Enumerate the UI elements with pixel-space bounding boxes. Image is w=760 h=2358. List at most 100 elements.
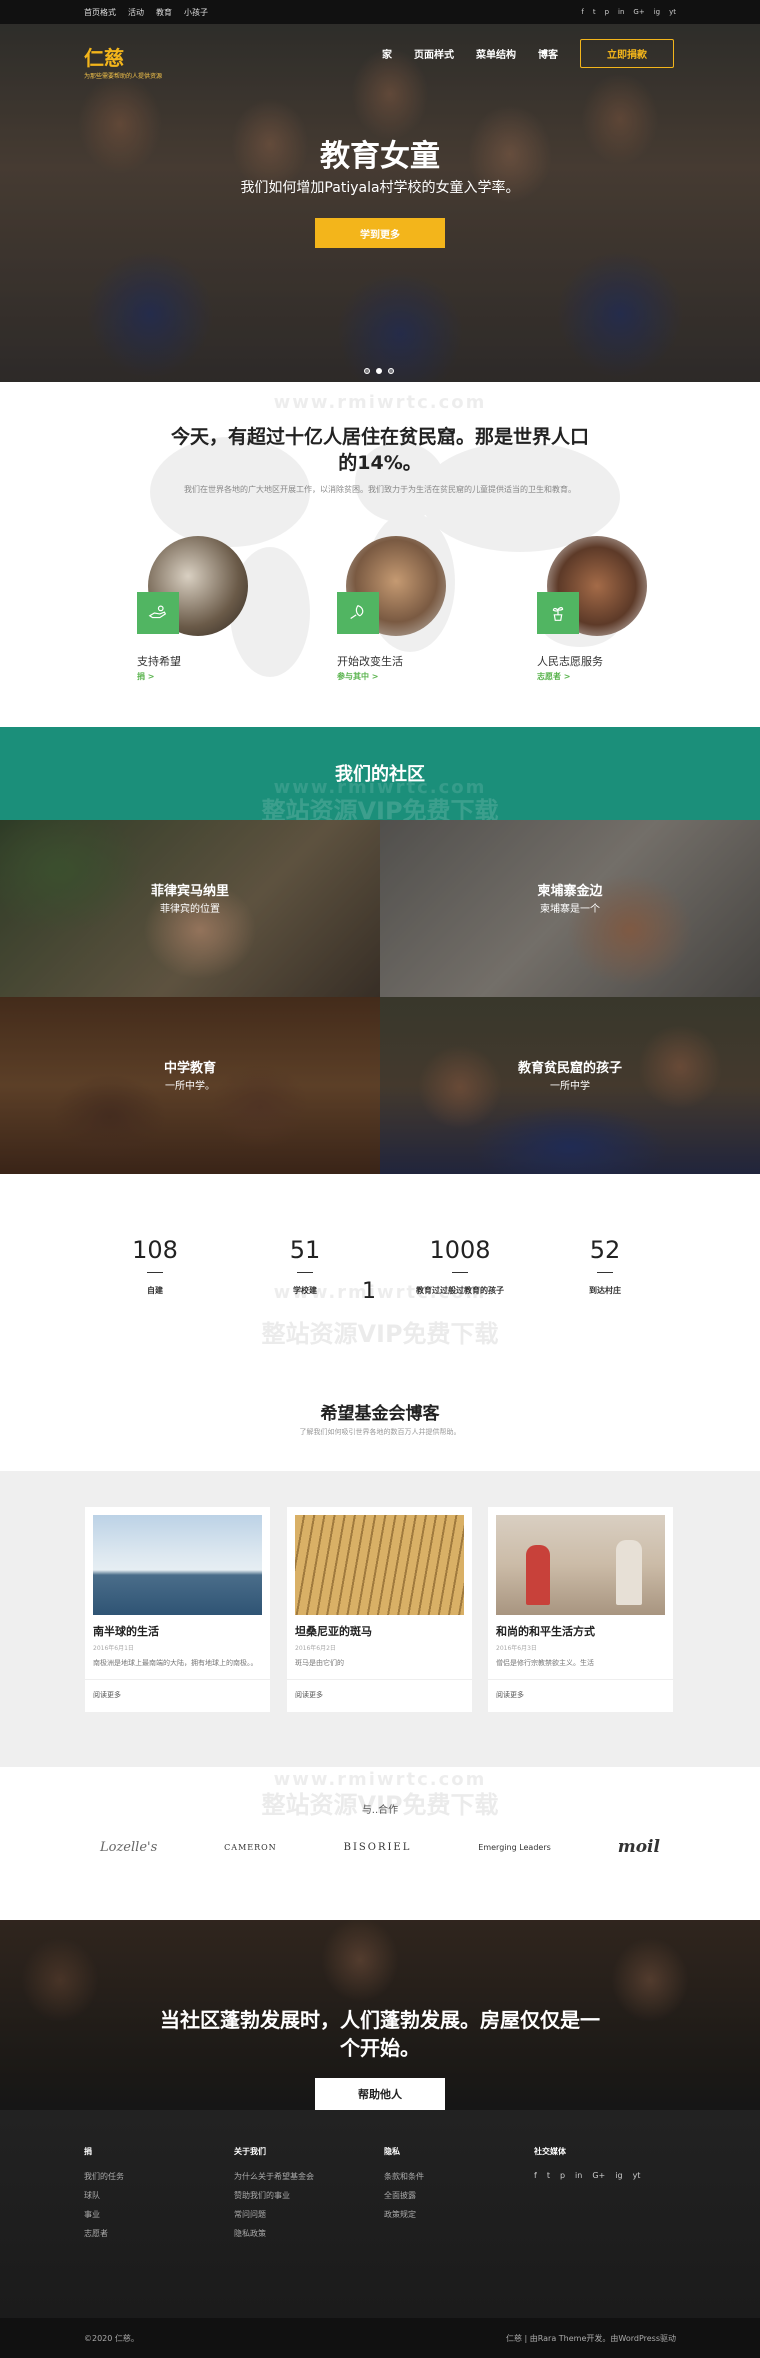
cta-section: 当社区蓬勃发展时，人们蓬勃发展。房屋仅仅是一个开始。 帮助他人	[0, 1920, 760, 2110]
google-plus-icon[interactable]: G+	[633, 8, 644, 16]
read-more-link[interactable]: 阅读更多	[85, 1679, 270, 1712]
partners-title: 与..合作	[361, 1805, 399, 1816]
slider-dots	[364, 368, 394, 374]
partner-logos: Lozelle's CAMERON BISORIEL Emerging Lead…	[100, 1837, 660, 1857]
footer-link[interactable]: 常问问题	[234, 2209, 314, 2220]
mission-description: 我们在世界各地的广大地区开展工作，以消除贫困。我们致力于为生活在贫民窟的儿童提供…	[184, 485, 576, 494]
blog-list: 南半球的生活 2016年6月1日 南极洲是地球上最南端的大陆，拥有地球上的南极。…	[0, 1471, 760, 1767]
blog-card-title[interactable]: 南半球的生活	[93, 1623, 262, 1639]
nav-blog[interactable]: 博客	[538, 46, 558, 61]
get-involved-link[interactable]: 参与其中 >	[337, 671, 379, 682]
stat-number: 108	[132, 1236, 178, 1264]
footer-link[interactable]: 隐私政策	[234, 2228, 314, 2239]
footer-link[interactable]: 赞助我们的事业	[234, 2190, 314, 2201]
footer-link[interactable]: 志愿者	[84, 2228, 124, 2239]
blog-card-title[interactable]: 坦桑尼亚的斑马	[295, 1623, 464, 1639]
footer-link[interactable]: 全面披露	[384, 2190, 424, 2201]
feature-title: 人民志愿服务	[537, 655, 603, 668]
community-tile[interactable]: 中学教育 一所中学。	[0, 997, 380, 1174]
feature-title: 支持希望	[137, 655, 181, 668]
partner-logo[interactable]: BISORIEL	[344, 1842, 412, 1853]
footer-column: 隐私 条款和条件 全面披露 政策规定	[384, 2146, 424, 2228]
footer-bottom-bar: ©2020 仁慈。 仁慈 | 由Rara Theme开发。由WordPress驱…	[0, 2318, 760, 2358]
community-tile[interactable]: 柬埔寨金边 柬埔寨是一个	[380, 820, 760, 997]
watermark: www.rmiwrtc.com	[273, 1282, 487, 1303]
top-bar: 首页格式 活动 教育 小孩子 f t p in G+ ig yt	[0, 0, 760, 24]
top-link[interactable]: 教育	[156, 7, 172, 18]
footer-link[interactable]: 事业	[84, 2209, 124, 2220]
slider-dot[interactable]	[364, 368, 370, 374]
footer-link[interactable]: 为什么关于希望基金会	[234, 2171, 314, 2182]
community-tile[interactable]: 菲律宾马纳里 菲律宾的位置	[0, 820, 380, 997]
cta-title: 当社区蓬勃发展时，人们蓬勃发展。房屋仅仅是一个开始。	[160, 2008, 600, 2060]
tile-title: 教育贫民窟的孩子	[517, 1061, 622, 1076]
stat-divider	[597, 1272, 613, 1273]
stat-divider	[452, 1272, 468, 1273]
partner-logo[interactable]: CAMERON	[224, 1843, 277, 1852]
read-more-link[interactable]: 阅读更多	[287, 1679, 472, 1712]
nav-page-styles[interactable]: 页面样式	[414, 46, 454, 61]
instagram-icon[interactable]: ig	[654, 8, 660, 16]
donate-link[interactable]: 捐 >	[137, 671, 155, 682]
blog-image-zebras[interactable]	[295, 1515, 464, 1615]
footer-link[interactable]: 政策规定	[384, 2209, 424, 2220]
top-link[interactable]: 小孩子	[184, 7, 208, 18]
hero-slider: 仁慈 为那些需要帮助的人提供资源 家 页面样式 菜单结构 博客 立即捐款 教育女…	[0, 24, 760, 382]
facebook-icon[interactable]: f	[534, 2171, 537, 2180]
blog-card-excerpt: 南极洲是地球上最南端的大陆，拥有地球上的南极。。	[93, 1659, 258, 1667]
nav-menu-structure[interactable]: 菜单结构	[476, 46, 516, 61]
youtube-icon[interactable]: yt	[633, 2171, 641, 2180]
read-more-link[interactable]: 阅读更多	[488, 1679, 673, 1712]
slider-dot[interactable]	[376, 368, 382, 374]
site-brand[interactable]: 仁慈 为那些需要帮助的人提供资源	[84, 42, 162, 80]
partner-logo[interactable]: Emerging Leaders	[478, 1843, 551, 1852]
nav-home[interactable]: 家	[382, 46, 392, 61]
instagram-icon[interactable]: ig	[615, 2171, 622, 2180]
slider-dot[interactable]	[388, 368, 394, 374]
top-link[interactable]: 首页格式	[84, 7, 116, 18]
watermark: www.rmiwrtc.com	[273, 392, 487, 413]
blog-card-date: 2016年6月3日	[496, 1645, 537, 1652]
leaf-hand-icon	[337, 592, 379, 634]
stat-number: 1008	[429, 1236, 491, 1264]
tile-title: 中学教育	[163, 1061, 216, 1076]
help-others-button[interactable]: 帮助他人	[315, 2078, 445, 2110]
stat-divider	[297, 1272, 313, 1273]
top-link[interactable]: 活动	[128, 7, 144, 18]
blog-header: 希望基金会博客 了解我们如何吸引世界各地的数百万人并提供帮助。	[0, 1366, 760, 1471]
site-logo[interactable]: 仁慈	[84, 42, 162, 71]
twitter-icon[interactable]: t	[547, 2171, 550, 2180]
blog-card[interactable]: 坦桑尼亚的斑马 2016年6月2日 斑马是由它们的 阅读更多	[287, 1507, 472, 1712]
footer-link[interactable]: 条款和条件	[384, 2171, 424, 2182]
tile-title: 菲律宾马纳里	[150, 884, 229, 899]
blog-card[interactable]: 南半球的生活 2016年6月1日 南极洲是地球上最南端的大陆，拥有地球上的南极。…	[85, 1507, 270, 1712]
tile-subtitle: 一所中学。	[165, 1081, 215, 1092]
footer-link[interactable]: 球队	[84, 2190, 124, 2201]
youtube-icon[interactable]: yt	[669, 8, 676, 16]
facebook-icon[interactable]: f	[581, 8, 583, 16]
linkedin-icon[interactable]: in	[575, 2171, 582, 2180]
blog-card-title[interactable]: 和尚的和平生活方式	[496, 1623, 665, 1639]
partner-logo[interactable]: moil	[618, 1837, 660, 1857]
copyright: ©2020 仁慈。	[84, 2333, 139, 2343]
learn-more-button[interactable]: 学到更多	[315, 218, 445, 248]
twitter-icon[interactable]: t	[593, 8, 596, 16]
community-tile[interactable]: 教育贫民窟的孩子 一所中学	[380, 997, 760, 1174]
blog-image-monks[interactable]	[496, 1515, 665, 1615]
linkedin-icon[interactable]: in	[618, 8, 624, 16]
partners-section: www.rmiwrtc.com 整站资源VIP免费下载 与..合作 Lozell…	[0, 1767, 760, 1920]
tile-subtitle: 一所中学	[550, 1081, 590, 1092]
footer-heading: 捐	[84, 2147, 92, 2156]
donate-button[interactable]: 立即捐款	[580, 39, 674, 68]
volunteer-link[interactable]: 志愿者 >	[537, 671, 571, 682]
blog-image-iceberg[interactable]	[93, 1515, 262, 1615]
footer-heading: 关于我们	[234, 2147, 266, 2156]
blog-card[interactable]: 和尚的和平生活方式 2016年6月3日 僧侣是修行宗教禁欲主义。生活 阅读更多	[488, 1507, 673, 1712]
google-plus-icon[interactable]: G+	[592, 2171, 605, 2180]
pinterest-icon[interactable]: p	[605, 8, 609, 16]
partner-logo[interactable]: Lozelle's	[100, 1840, 157, 1855]
plant-pot-icon	[537, 592, 579, 634]
pinterest-icon[interactable]: p	[560, 2171, 565, 2180]
theme-credit[interactable]: 仁慈 | 由Rara Theme开发。由WordPress驱动	[506, 2333, 676, 2344]
footer-link[interactable]: 我们的任务	[84, 2171, 124, 2182]
